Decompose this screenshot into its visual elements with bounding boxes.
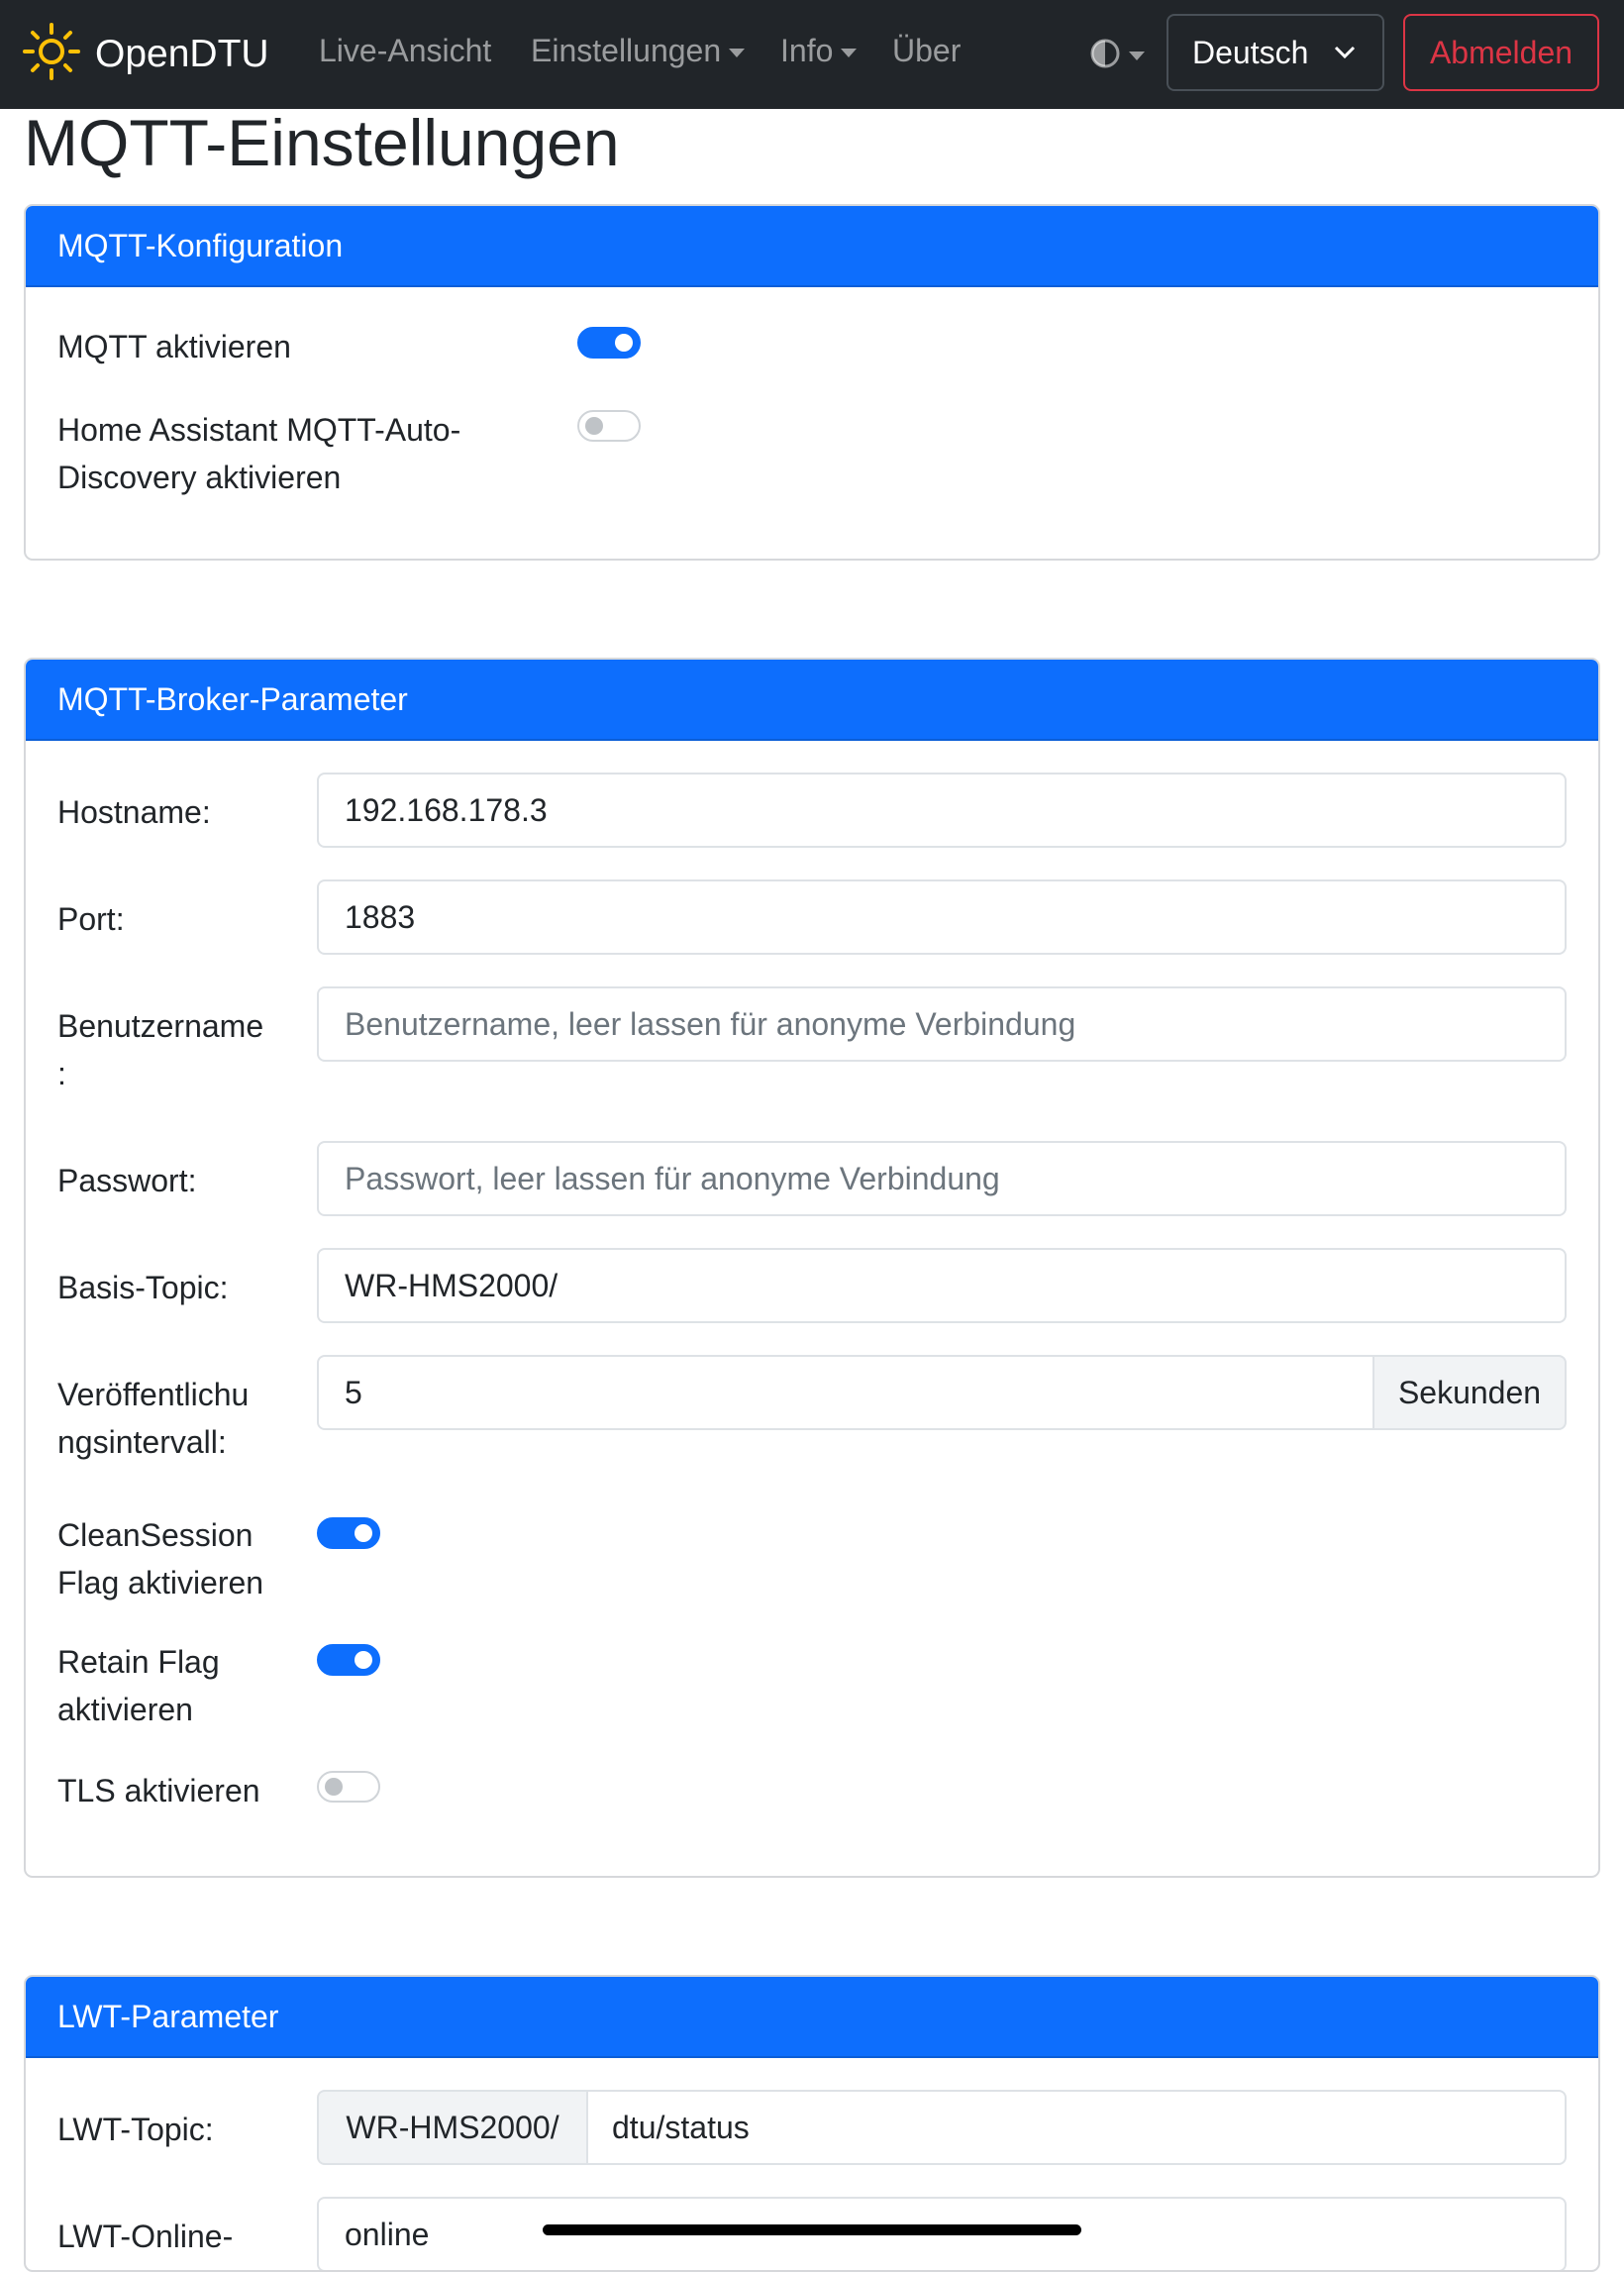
username-label: Benutzername :	[57, 1002, 263, 1097]
username-label-line1: Benutzername	[57, 1008, 264, 1044]
retain-flag-label-line2: aktivieren	[57, 1692, 193, 1727]
broker-header: MQTT-Broker-Parameter	[26, 660, 1598, 741]
publish-interval-label-line1: Veröffentlichu	[57, 1377, 250, 1412]
clean-session-switch[interactable]	[317, 1517, 380, 1549]
nav-info-label: Info	[780, 33, 834, 68]
caret-down-icon	[1129, 52, 1145, 60]
clean-session-label: CleanSession Flag aktivieren	[57, 1511, 263, 1606]
hostname-input[interactable]: 192.168.178.3	[317, 773, 1567, 848]
caret-down-icon	[841, 49, 858, 58]
broker-card: MQTT-Broker-Parameter Hostname: 192.168.…	[24, 658, 1600, 1878]
switch-knob	[355, 1651, 372, 1669]
publish-interval-label: Veröffentlichu ngsintervall:	[57, 1371, 249, 1466]
username-input[interactable]: Benutzername, leer lassen für anonyme Ve…	[317, 986, 1567, 1062]
publish-interval-label-line2: ngsintervall:	[57, 1424, 227, 1460]
clean-session-label-line1: CleanSession	[57, 1517, 254, 1553]
retain-flag-switch[interactable]	[317, 1644, 380, 1676]
navbar: OpenDTU Live-Ansicht Einstellungen Info …	[0, 0, 1624, 109]
password-label: Passwort:	[57, 1163, 197, 1198]
base-topic-input[interactable]: WR-HMS2000/	[317, 1248, 1567, 1323]
nav-info-dropdown[interactable]: Info	[780, 33, 858, 69]
logout-button[interactable]: Abmelden	[1403, 14, 1599, 91]
chevron-down-icon	[1333, 38, 1357, 75]
nav-settings-label: Einstellungen	[531, 33, 722, 68]
mqtt-config-card: MQTT-Konfiguration MQTT aktivieren Home …	[24, 204, 1600, 561]
switch-knob	[325, 1778, 343, 1796]
lwt-header: LWT-Parameter	[26, 1977, 1598, 2058]
language-value: Deutsch	[1192, 34, 1309, 70]
caret-down-icon	[729, 49, 746, 58]
hostname-label: Hostname:	[57, 794, 211, 830]
theme-toggle-button[interactable]	[1089, 38, 1145, 74]
nav-about[interactable]: Über	[892, 33, 961, 69]
retain-flag-label: Retain Flag aktivieren	[57, 1638, 220, 1733]
lwt-online-label: LWT-Online-	[57, 2219, 234, 2254]
language-select[interactable]: Deutsch	[1167, 14, 1384, 91]
lwt-topic-label: LWT-Topic:	[57, 2112, 214, 2147]
switch-knob	[615, 334, 633, 352]
brand-name: OpenDTU	[95, 32, 269, 75]
brand[interactable]: OpenDTU	[22, 22, 269, 86]
mqtt-enable-label: MQTT aktivieren	[57, 329, 291, 364]
tls-label: TLS aktivieren	[57, 1773, 260, 1808]
interval-unit-addon: Sekunden	[1372, 1355, 1567, 1430]
page-title: MQTT-Einstellungen	[24, 106, 620, 179]
hass-discovery-label: Home Assistant MQTT-Auto- Discovery akti…	[57, 406, 460, 501]
home-indicator	[543, 2224, 1081, 2235]
hass-discovery-switch[interactable]	[577, 410, 641, 442]
password-input[interactable]: Passwort, leer lassen für anonyme Verbin…	[317, 1141, 1567, 1216]
nav-settings-dropdown[interactable]: Einstellungen	[531, 33, 746, 69]
mqtt-enable-switch[interactable]	[577, 327, 641, 359]
hass-discovery-label-line1: Home Assistant MQTT-Auto-	[57, 412, 461, 448]
switch-knob	[355, 1524, 372, 1542]
mqtt-config-header: MQTT-Konfiguration	[26, 206, 1598, 287]
port-input[interactable]: 1883	[317, 879, 1567, 955]
hass-discovery-label-line2: Discovery aktivieren	[57, 460, 342, 495]
port-label: Port:	[57, 901, 125, 937]
contrast-icon	[1089, 38, 1121, 74]
publish-interval-input[interactable]: 5	[317, 1355, 1374, 1430]
lwt-topic-prefix: WR-HMS2000/	[317, 2090, 588, 2165]
tls-switch[interactable]	[317, 1771, 380, 1803]
switch-knob	[585, 417, 603, 435]
lwt-topic-input[interactable]: dtu/status	[586, 2090, 1567, 2165]
sun-icon	[22, 22, 81, 86]
base-topic-label: Basis-Topic:	[57, 1270, 229, 1305]
retain-flag-label-line1: Retain Flag	[57, 1644, 220, 1680]
nav-live-view[interactable]: Live-Ansicht	[319, 33, 491, 69]
username-label-line2: :	[57, 1056, 66, 1091]
clean-session-label-line2: Flag aktivieren	[57, 1565, 264, 1601]
